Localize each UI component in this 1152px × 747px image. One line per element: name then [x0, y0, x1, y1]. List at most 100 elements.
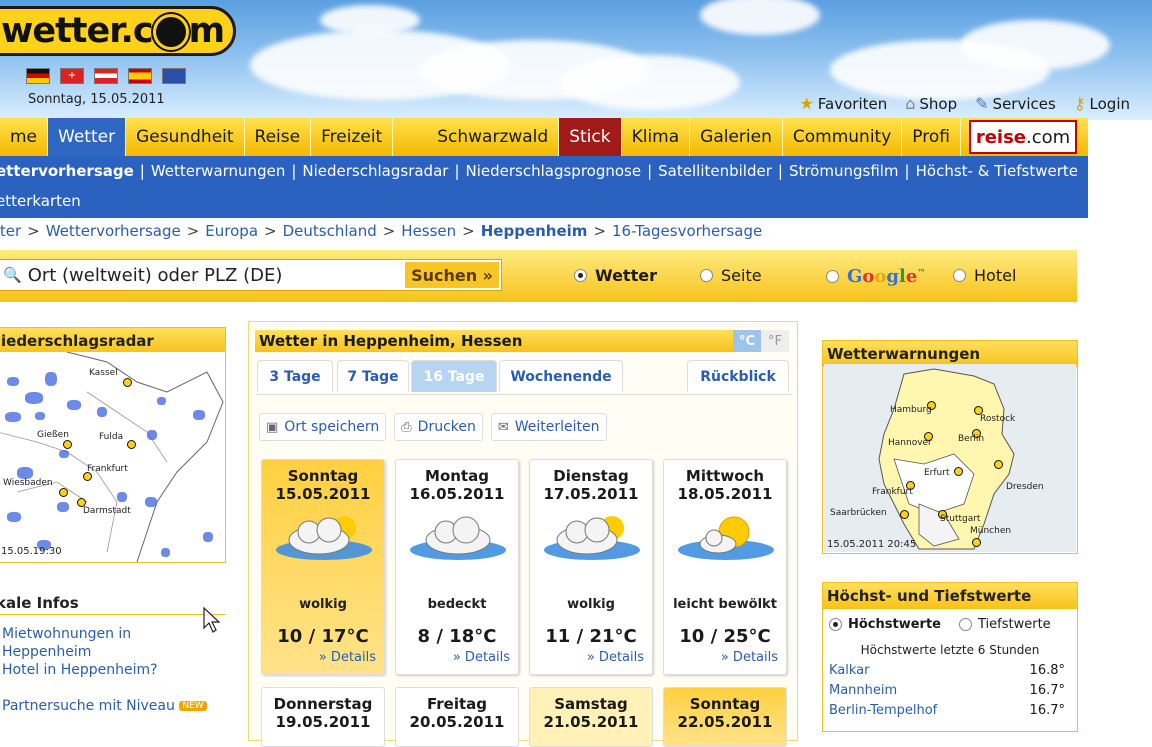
day-card[interactable]: Sonntag 15.05.2011 wolkig 10 / 17°C » De…	[261, 459, 385, 675]
day-card[interactable]: Mittwoch 18.05.2011 leicht bewölkt 10 / …	[663, 459, 787, 675]
breadcrumb-heppenheim[interactable]: Heppenheim	[481, 222, 588, 240]
tab-wochenende[interactable]: Wochenende	[499, 360, 623, 392]
option-hoechstwerte[interactable]: Höchstwerte	[829, 617, 941, 632]
breadcrumb-hessen[interactable]: Hessen	[401, 222, 456, 240]
day-card[interactable]: Sonntag 22.05.2011	[663, 687, 787, 747]
login-link[interactable]: ⚷ Login	[1074, 94, 1130, 113]
nav-tab-schwarzwald[interactable]: Schwarzwald	[427, 118, 560, 156]
search-input[interactable]: 🔍 Ort (weltweit) oder PLZ (DE) Suchen »	[0, 259, 502, 291]
details-link[interactable]: » Details	[319, 650, 376, 665]
bvb-emblem-icon	[152, 14, 189, 50]
subnav-wetterwarnungen[interactable]: Wetterwarnungen	[151, 162, 285, 180]
search-option-seite[interactable]: Seite	[700, 266, 762, 285]
shop-link[interactable]: ⌂ Shop	[905, 94, 957, 113]
reise-com-logo[interactable]: reise .com	[969, 120, 1077, 154]
radio-selected-icon	[574, 269, 587, 282]
sub-nav-row-2: etterkarten	[0, 186, 1088, 216]
option-tiefstwerte[interactable]: Tiefstwerte	[959, 617, 1051, 632]
day-name: Mittwoch	[685, 467, 765, 485]
tab-16-tage[interactable]: 16 Tage	[411, 360, 497, 392]
link-mietwohnungen[interactable]: Mietwohnungen in Heppenheim	[2, 625, 162, 661]
day-name: Dienstag	[553, 467, 629, 485]
shop-icon: ⌂	[905, 94, 916, 113]
nav-tab-wetter[interactable]: Wetter	[48, 118, 127, 156]
search-button[interactable]: Suchen »	[405, 262, 499, 288]
map-city-label: Berlin	[958, 434, 985, 444]
subnav-niederschlagsprognose[interactable]: Niederschlagsprognose	[466, 162, 642, 180]
unit-celsius[interactable]: °C	[733, 330, 761, 352]
subnav-niederschlagsradar[interactable]: Niederschlagsradar	[302, 162, 448, 180]
nav-tab-galerien[interactable]: Galerien	[690, 118, 783, 156]
radio-icon	[953, 269, 966, 282]
details-link[interactable]: » Details	[587, 650, 644, 665]
search-option-hotel[interactable]: Hotel	[953, 266, 1016, 285]
ort-speichern-button[interactable]: ▣ Ort speichern	[259, 413, 387, 441]
subnav-stroemungsfilm[interactable]: Strömungsfilm	[789, 162, 899, 180]
details-link[interactable]: » Details	[453, 650, 510, 665]
nav-tab-freizeit[interactable]: Freizeit	[311, 118, 394, 156]
radar-map[interactable]: Kassel Gießen Fulda Frankfurt Wiesbaden …	[0, 352, 225, 562]
subnav-wetterkarten[interactable]: etterkarten	[0, 192, 81, 210]
nav-tab-klima[interactable]: Klima	[622, 118, 691, 156]
flag-at-icon[interactable]	[94, 68, 118, 84]
nav-tab-profi[interactable]: Profi	[902, 118, 961, 156]
germany-warning-map[interactable]: Hamburg Rostock Berlin Hannover Erfurt F…	[824, 364, 1076, 552]
radar-title[interactable]: iederschlagsradar	[0, 328, 225, 354]
breadcrumb-deutschland[interactable]: Deutschland	[283, 222, 377, 240]
drucken-button[interactable]: ⎙ Drucken	[394, 413, 483, 441]
flag-ch-icon[interactable]: +	[60, 68, 84, 84]
cloudy-icon	[410, 516, 506, 560]
breadcrumb-wetter[interactable]: tter	[0, 222, 21, 240]
subnav-wettervorhersage[interactable]: ettervorhersage	[0, 162, 134, 180]
nav-tab-home[interactable]: me	[0, 118, 49, 156]
nav-tab-reise[interactable]: Reise	[245, 118, 312, 156]
tab-7-tage[interactable]: 7 Tage	[337, 360, 409, 392]
nav-gap	[393, 118, 427, 156]
partly-cloudy-icon	[544, 516, 640, 560]
day-card[interactable]: Dienstag 17.05.2011 wolkig 11 / 21°C » D…	[529, 459, 653, 675]
search-option-wetter[interactable]: Wetter	[574, 266, 657, 285]
link-hotel[interactable]: Hotel in Heppenheim?	[2, 661, 207, 679]
extremes-panel: Höchst- und Tiefstwerte Höchstwerte Tief…	[822, 582, 1078, 732]
map-city-label: Frankfurt	[872, 487, 913, 497]
tab-rueckblick[interactable]: Rückblick	[687, 360, 789, 392]
extremes-row: Kalkar 16.8°	[829, 663, 1065, 678]
lokale-infos-links: Mietwohnungen in Heppenheim Hotel in Hep…	[2, 625, 207, 715]
key-icon: ⚷	[1073, 94, 1086, 113]
details-link[interactable]: » Details	[721, 650, 778, 665]
warning-map-timestamp: 15.05.2011 20:45	[827, 539, 917, 550]
day-card[interactable]: Freitag 20.05.2011	[395, 687, 519, 747]
favoriten-link[interactable]: ★ Favoriten	[799, 94, 887, 113]
services-link[interactable]: ✎ Services	[975, 94, 1056, 113]
nav-tab-community[interactable]: Community	[783, 118, 903, 156]
link-partnersuche[interactable]: Partnersuche mit Niveau NEW	[2, 697, 207, 715]
unit-fahrenheit[interactable]: °F	[761, 330, 789, 352]
station-link[interactable]: Berlin-Tempelhof	[829, 703, 937, 718]
flag-de-icon[interactable]	[26, 68, 50, 84]
flag-es-icon[interactable]	[128, 68, 152, 84]
breadcrumb-wettervorhersage[interactable]: Wettervorhersage	[46, 222, 181, 240]
station-link[interactable]: Mannheim	[829, 683, 897, 698]
extremes-title[interactable]: Höchst- und Tiefstwerte	[823, 583, 1077, 609]
flag-eu-icon[interactable]	[162, 68, 186, 84]
tab-3-tage[interactable]: 3 Tage	[257, 360, 333, 392]
subnav-hoechst-tiefstwerte[interactable]: Höchst- & Tiefstwerte	[916, 162, 1078, 180]
breadcrumb-europa[interactable]: Europa	[205, 222, 258, 240]
site-logo[interactable]: wetter.c m	[0, 6, 236, 56]
partly-cloudy-icon	[276, 516, 372, 560]
map-city-label: Rostock	[980, 414, 1016, 424]
weiterleiten-button[interactable]: ✉ Weiterleiten	[490, 413, 607, 441]
subnav-satellitenbilder[interactable]: Satellitenbilder	[658, 162, 772, 180]
search-placeholder: Ort (weltweit) oder PLZ (DE)	[27, 264, 283, 286]
station-link[interactable]: Kalkar	[829, 663, 870, 678]
day-card[interactable]: Samstag 21.05.2011	[529, 687, 653, 747]
nav-tab-stick[interactable]: Stick	[559, 118, 622, 156]
map-city-marker	[900, 510, 909, 519]
breadcrumb-16-tage[interactable]: 16-Tagesvorhersage	[612, 222, 762, 240]
search-option-google[interactable]: Google™	[826, 266, 925, 287]
nav-tab-gesundheit[interactable]: Gesundheit	[126, 118, 245, 156]
day-card[interactable]: Montag 16.05.2011 bedeckt 8 / 18°C » Det…	[395, 459, 519, 675]
print-icon: ⎙	[401, 419, 412, 435]
day-name: Sonntag	[689, 695, 761, 713]
day-card[interactable]: Donnerstag 19.05.2011	[261, 687, 385, 747]
